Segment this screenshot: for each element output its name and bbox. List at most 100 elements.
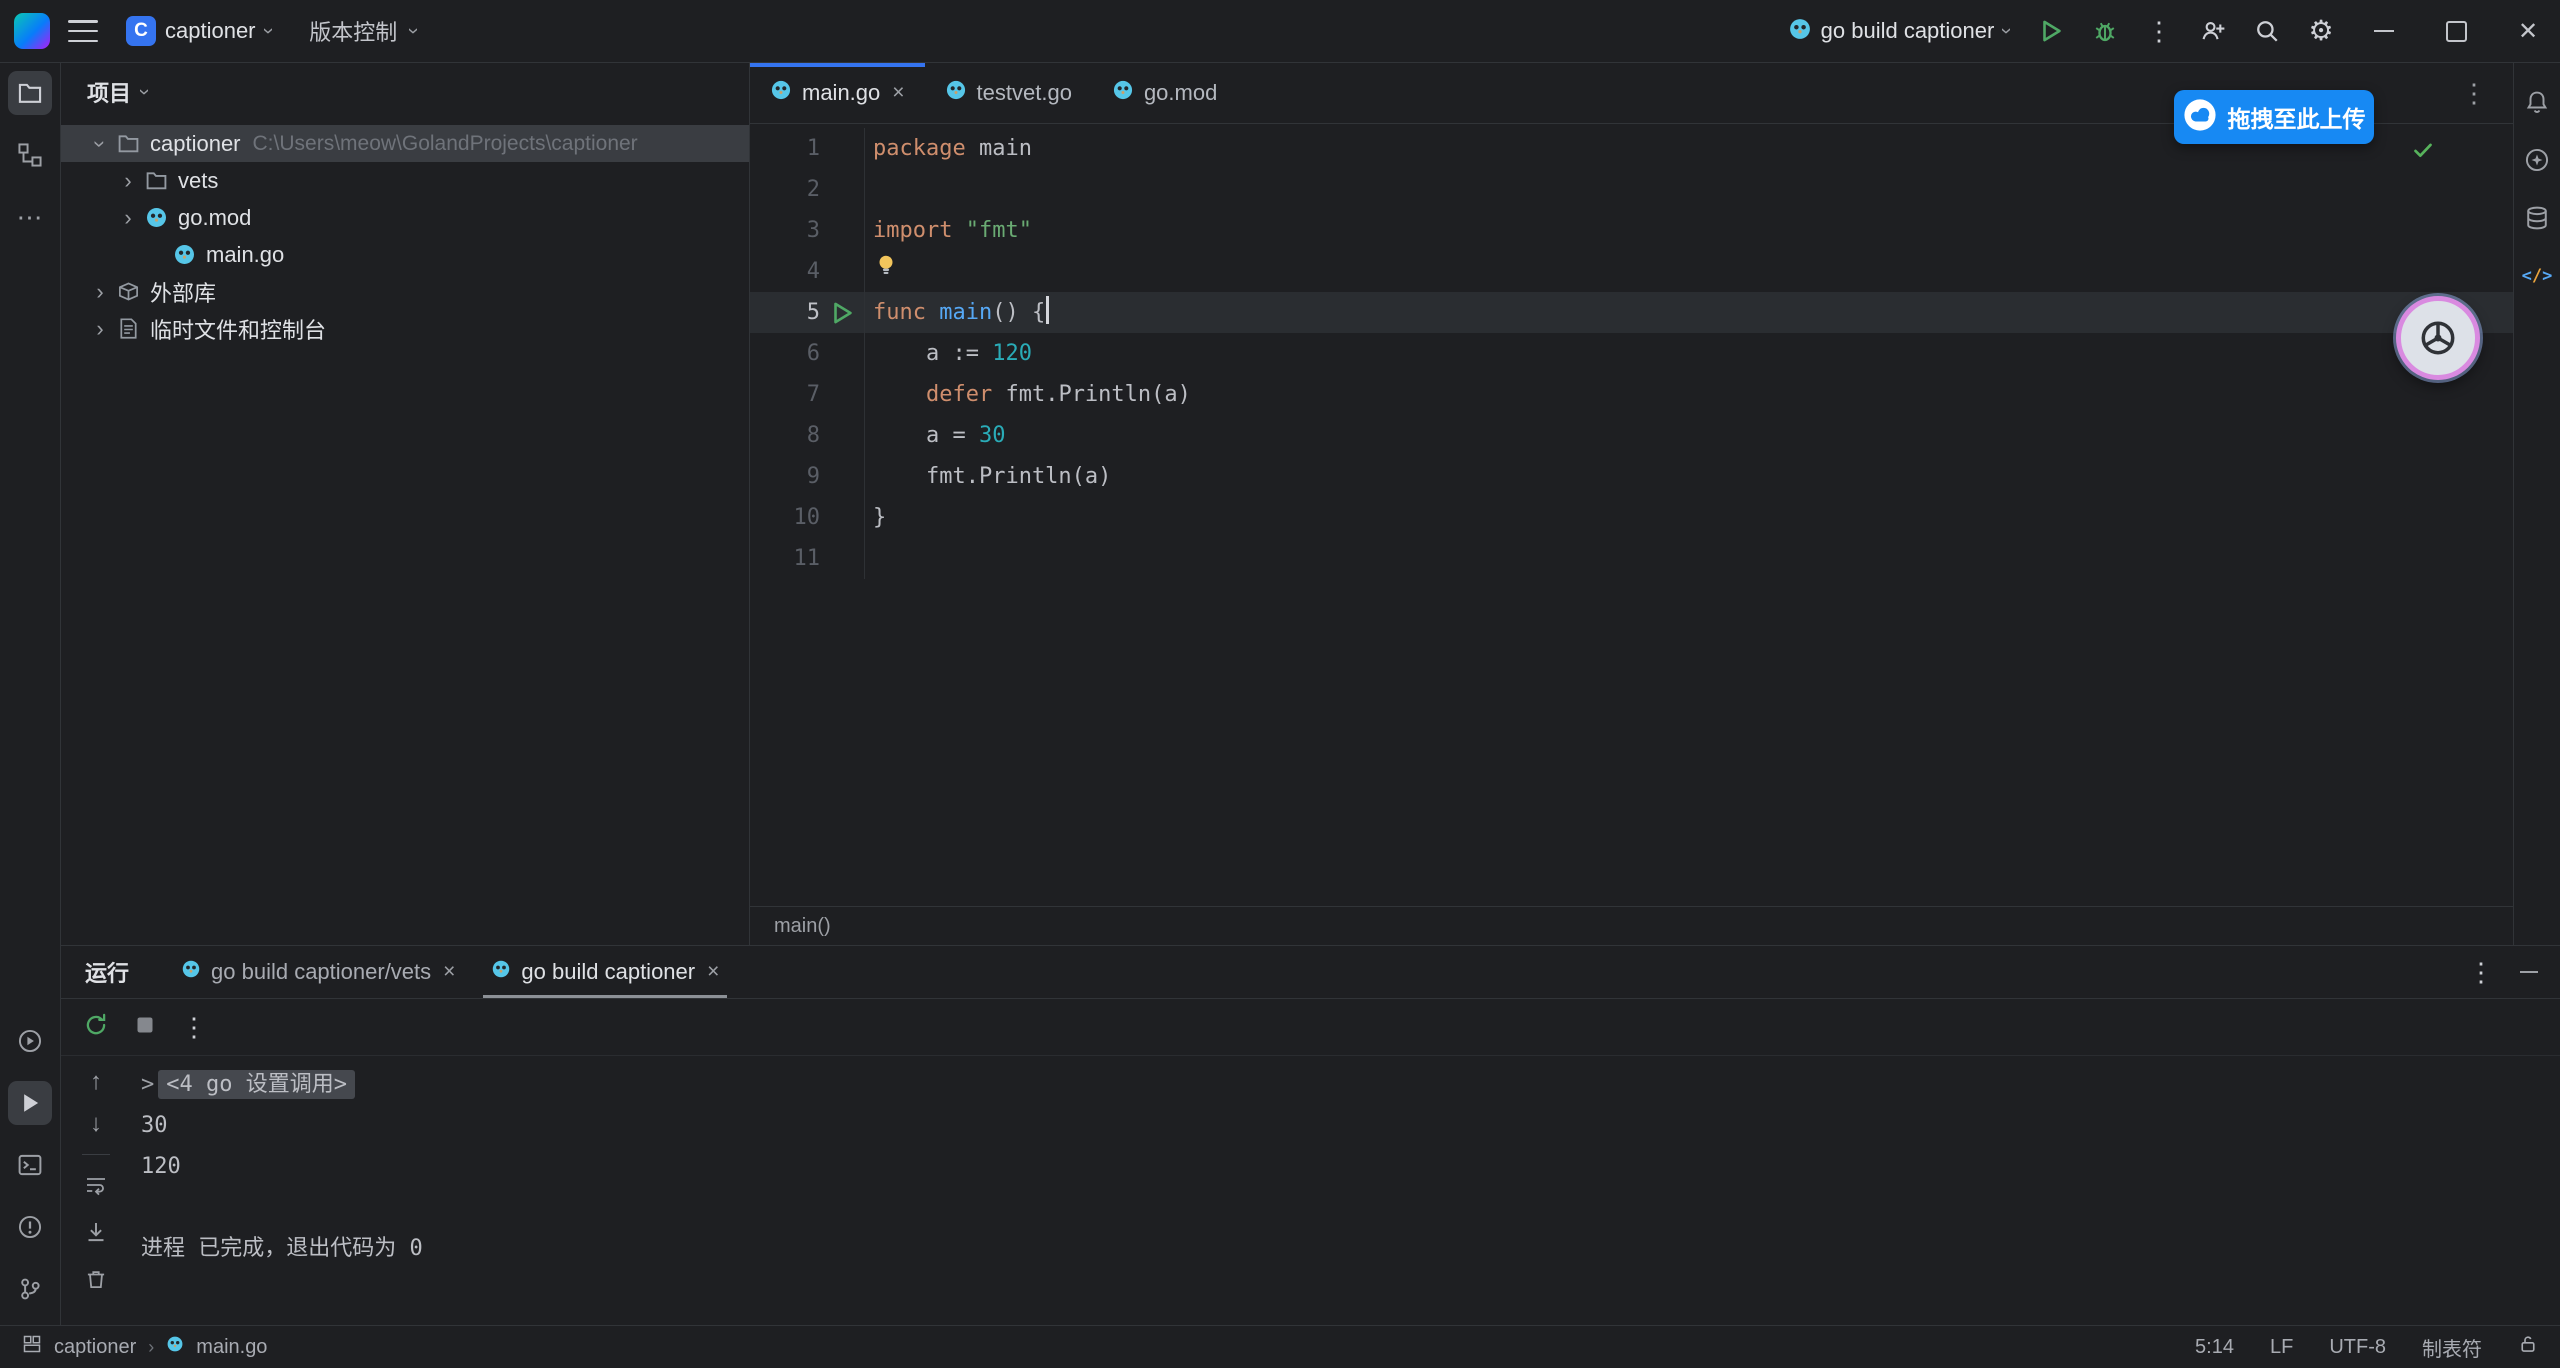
indent-style[interactable]: 制表符 — [2422, 1333, 2482, 1362]
maximize-button[interactable] — [2424, 0, 2488, 62]
vcs-widget[interactable]: 版本控制 › — [299, 9, 427, 53]
up-stack-trace-icon[interactable]: ↑ — [90, 1070, 102, 1094]
tab-testvet-go[interactable]: testvet.go — [925, 63, 1092, 123]
settings-gear-icon[interactable]: ⚙ — [2298, 8, 2344, 54]
code-line-9[interactable]: 9 fmt.Println(a) — [750, 456, 2513, 497]
run-line-icon[interactable] — [820, 292, 865, 333]
project-panel-title: 项目 — [87, 76, 131, 108]
run-tool-window-icon[interactable] — [8, 1081, 52, 1125]
close-tab-icon[interactable]: × — [707, 960, 719, 984]
line-ending[interactable]: LF — [2270, 1336, 2293, 1359]
run-more-icon[interactable]: ⋮ — [181, 1014, 207, 1040]
code-with-me-icon[interactable] — [2190, 8, 2236, 54]
tree-item-vets[interactable]: ›vets — [61, 162, 749, 199]
lib-icon — [115, 280, 141, 303]
code-text: import "fmt" — [865, 210, 1032, 251]
services-tool-window-icon[interactable] — [8, 1019, 52, 1063]
more-actions-icon[interactable]: ⋮ — [2136, 8, 2182, 54]
console-fold-segment[interactable]: <4 go 设置调用> — [158, 1070, 355, 1099]
code-line-7[interactable]: 7 defer fmt.Println(a) — [750, 374, 2513, 415]
tab-go-mod[interactable]: go.mod — [1092, 63, 1237, 123]
project-widget[interactable]: C captioner › — [116, 10, 281, 52]
lock-icon[interactable] — [2518, 1334, 2538, 1360]
chevron-closed-icon[interactable]: › — [113, 168, 143, 194]
hide-panel-icon[interactable] — [2520, 971, 2538, 973]
chevron-closed-icon[interactable]: › — [113, 205, 143, 231]
drag-upload-badge[interactable]: 拖拽至此上传 — [2174, 90, 2374, 144]
search-everywhere-icon[interactable] — [2244, 8, 2290, 54]
run-configuration-selector[interactable]: go build captioner › — [1778, 11, 2020, 52]
code-line-11[interactable]: 11 — [750, 538, 2513, 579]
vcs-widget-label: 版本控制 — [309, 15, 397, 47]
code-line-2[interactable]: 2 — [750, 169, 2513, 210]
code-line-4[interactable]: 4 — [750, 251, 2513, 292]
close-button[interactable]: ✕ — [2496, 0, 2560, 62]
more-tool-windows-icon[interactable]: ⋯ — [8, 195, 52, 239]
run-tab-captioner[interactable]: go build captioner × — [473, 946, 737, 998]
soft-wrap-icon[interactable] — [84, 1173, 108, 1202]
run-button[interactable] — [2028, 8, 2074, 54]
project-tool-window-icon[interactable] — [8, 71, 52, 115]
code-text: a := 120 — [865, 333, 1032, 374]
intention-bulb-icon[interactable] — [873, 259, 899, 284]
close-tab-icon[interactable]: × — [443, 960, 455, 984]
version-control-tool-window-icon[interactable] — [8, 1267, 52, 1311]
problems-tool-window-icon[interactable] — [8, 1205, 52, 1249]
code-line-6[interactable]: 6 a := 120 — [750, 333, 2513, 374]
chevron-open-icon[interactable]: › — [87, 129, 113, 159]
terminal-tool-window-icon[interactable] — [8, 1143, 52, 1187]
scratch-icon — [115, 317, 141, 340]
floating-assistant-widget[interactable] — [2396, 296, 2480, 380]
window-grid-icon[interactable] — [22, 1334, 42, 1360]
chevron-closed-icon[interactable]: › — [85, 316, 115, 342]
code-line-5[interactable]: 5func main() { — [750, 292, 2513, 333]
go-file-icon — [1112, 79, 1134, 107]
console-output[interactable]: ><4 go 设置调用>30120进程 已完成，退出代码为 0 — [131, 1056, 2560, 1325]
down-stack-trace-icon[interactable]: ↓ — [90, 1112, 102, 1136]
run-panel-options-icon[interactable]: ⋮ — [2468, 959, 2494, 985]
close-tab-icon[interactable]: × — [892, 81, 904, 105]
cursor-position[interactable]: 5:14 — [2195, 1336, 2234, 1359]
tree-item-external-libraries[interactable]: ›外部库 — [61, 273, 749, 310]
code-tag-icon[interactable]: </> — [2520, 259, 2554, 293]
structure-tool-window-icon[interactable] — [8, 133, 52, 177]
run-tab-captioner-vets[interactable]: go build captioner/vets × — [163, 946, 473, 998]
ai-assistant-icon[interactable] — [2520, 143, 2554, 177]
statusbar-file[interactable]: main.go — [196, 1336, 267, 1359]
database-icon[interactable] — [2520, 201, 2554, 235]
breadcrumb[interactable]: main() — [750, 906, 2513, 945]
scroll-to-end-icon[interactable] — [84, 1220, 108, 1249]
tree-item-captioner[interactable]: ›captionerC:\Users\meow\GolandProjects\c… — [61, 125, 749, 162]
status-bar: captioner › main.go 5:14 LF UTF-8 制表符 — [0, 1325, 2560, 1368]
goland-logo-icon — [14, 13, 50, 49]
clear-console-icon[interactable] — [84, 1267, 108, 1296]
notifications-bell-icon[interactable] — [2520, 85, 2554, 119]
stop-button[interactable] — [133, 1013, 157, 1042]
console-line: 120 — [141, 1146, 2560, 1187]
project-panel: 项目 › ›captionerC:\Users\meow\GolandProje… — [61, 63, 750, 945]
code-line-3[interactable]: 3import "fmt" — [750, 210, 2513, 251]
code-line-8[interactable]: 8 a = 30 — [750, 415, 2513, 456]
breadcrumb-item[interactable]: main() — [774, 915, 831, 938]
code-text: a = 30 — [865, 415, 1005, 456]
main-menu-icon[interactable] — [68, 18, 98, 44]
debug-button[interactable] — [2082, 8, 2128, 54]
minimize-button[interactable] — [2352, 0, 2416, 62]
tree-item-main-go[interactable]: main.go — [61, 236, 749, 273]
file-encoding[interactable]: UTF-8 — [2329, 1336, 2386, 1359]
line-number: 5 — [750, 292, 820, 333]
right-tool-stripe: </> — [2513, 63, 2560, 945]
tree-item-go-mod[interactable]: ›go.mod — [61, 199, 749, 236]
tab-main-go[interactable]: main.go × — [750, 63, 925, 123]
chevron-down-icon[interactable]: › — [134, 89, 154, 96]
code-editor[interactable]: 1package main23import "fmt"45func main()… — [750, 124, 2513, 906]
code-line-10[interactable]: 10} — [750, 497, 2513, 538]
tree-item-scratches[interactable]: ›临时文件和控制台 — [61, 310, 749, 347]
rerun-button[interactable] — [83, 1012, 109, 1043]
gutter-slot — [820, 374, 865, 415]
inspection-ok-icon[interactable] — [2411, 138, 2435, 166]
chevron-closed-icon[interactable]: › — [85, 279, 115, 305]
tab-options-icon[interactable]: ⋮ — [2447, 78, 2501, 109]
run-panel: 运行 go build captioner/vets × go build ca… — [61, 945, 2560, 1325]
statusbar-project[interactable]: captioner — [54, 1336, 136, 1359]
